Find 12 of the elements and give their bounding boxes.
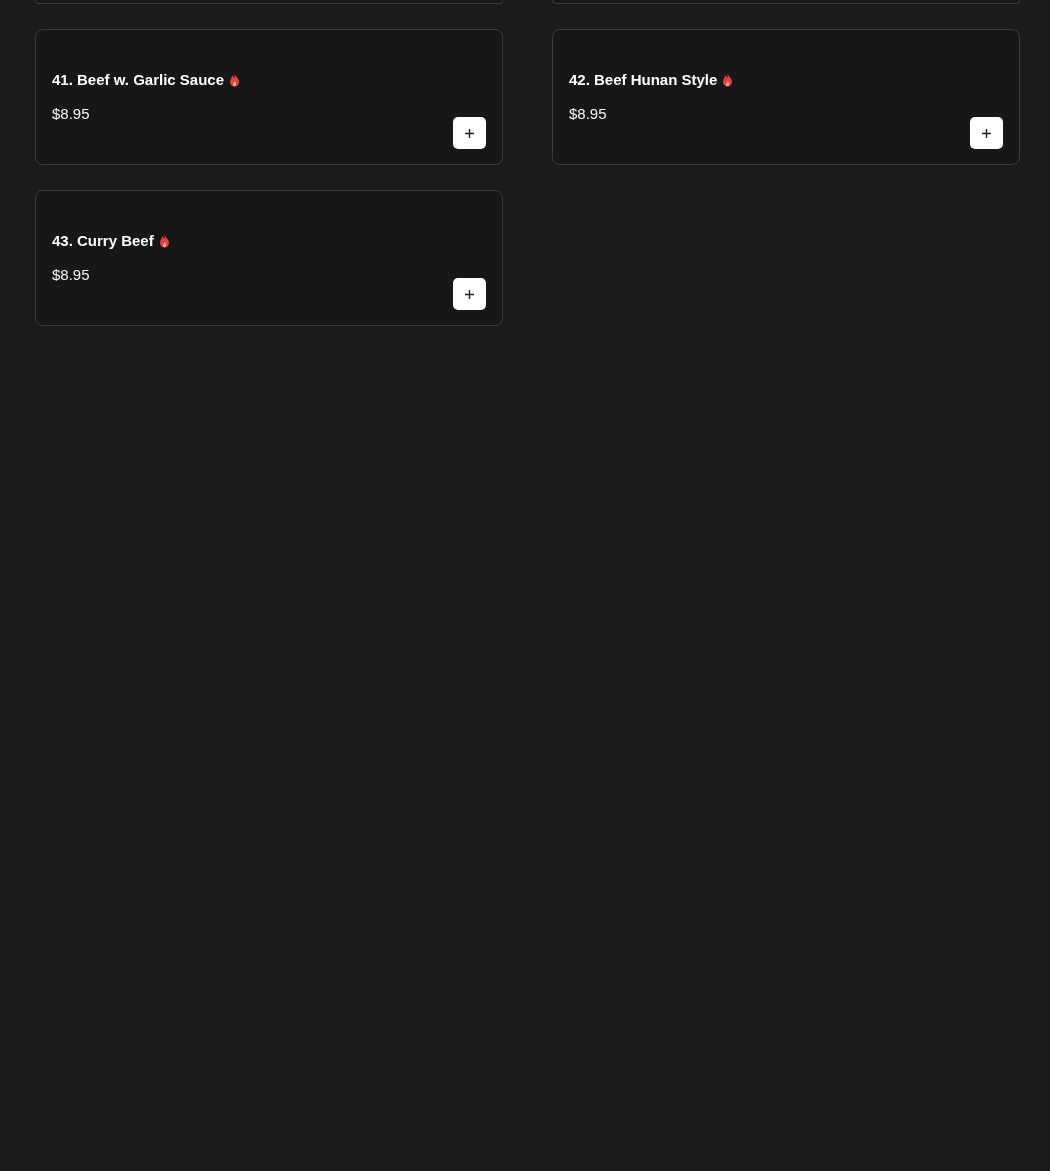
plus-icon: [465, 128, 474, 138]
dish-price: $8.95: [569, 105, 608, 123]
add-button[interactable]: [970, 117, 1003, 149]
plus-icon: [465, 289, 474, 299]
dish-price: $8.95: [52, 105, 91, 123]
dish-name: 42. Beef Hunan Style: [569, 71, 718, 89]
add-button[interactable]: [453, 117, 486, 149]
dish-name: 41. Beef w. Garlic Sauce: [52, 71, 225, 89]
plus-icon: [982, 128, 991, 138]
add-button[interactable]: [453, 278, 486, 310]
dish-name: 43. Curry Beef: [52, 232, 154, 250]
dish-price: $8.95: [52, 266, 91, 284]
